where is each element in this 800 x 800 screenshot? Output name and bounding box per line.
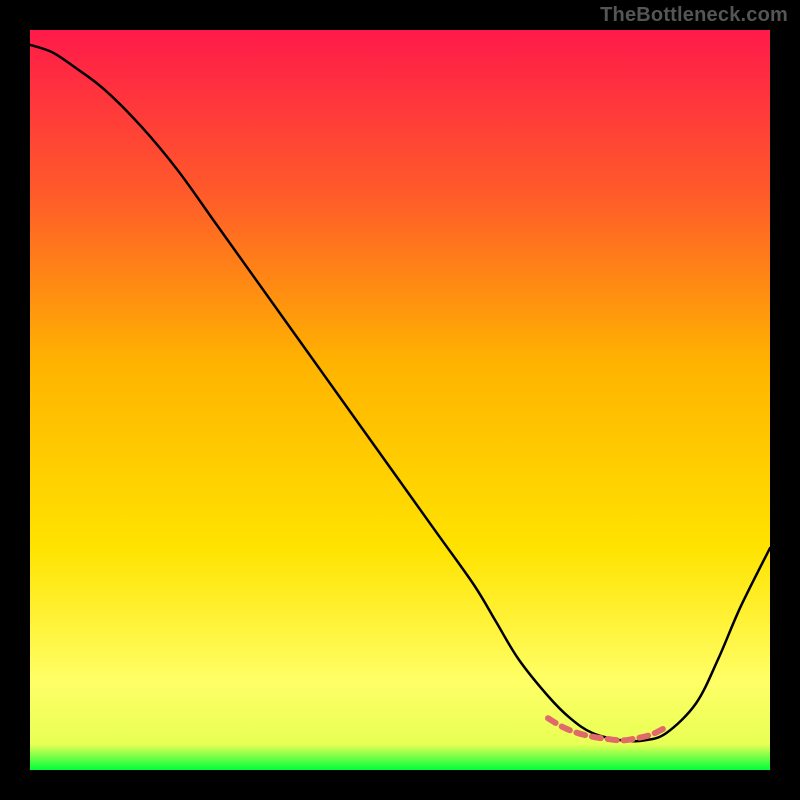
plot-area [30,30,770,770]
gradient-rect [30,30,770,770]
plot-svg [30,30,770,770]
watermark-text: TheBottleneck.com [600,4,788,27]
chart-frame: TheBottleneck.com [0,0,800,800]
